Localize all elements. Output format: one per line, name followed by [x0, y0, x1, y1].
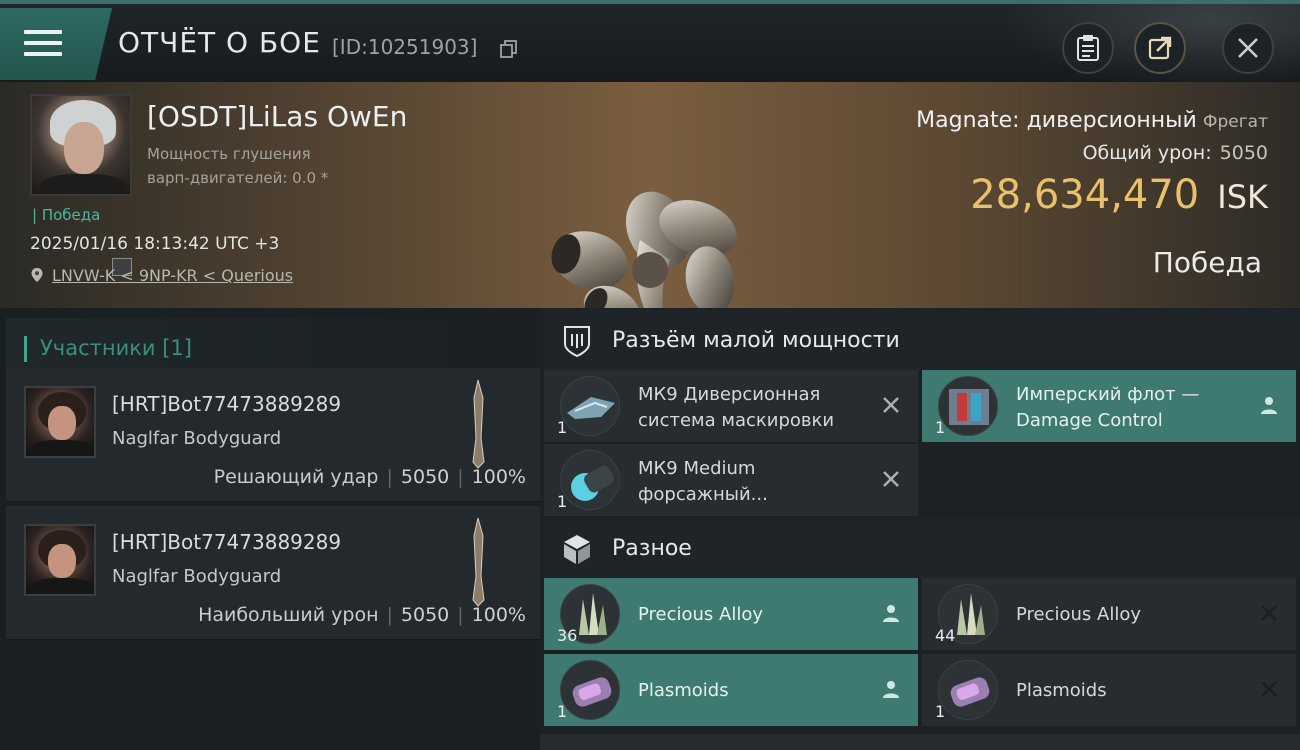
cargo-item[interactable]: 36 Precious Alloy: [544, 578, 918, 650]
close-button[interactable]: [1222, 22, 1274, 74]
clipboard-icon: [1077, 35, 1099, 61]
participants-header[interactable]: Участники [1]: [6, 318, 540, 374]
destroyed-icon: [883, 397, 899, 413]
participant-row[interactable]: [HRT]Bot77473889289 Naglfar Bodyguard Ре…: [6, 368, 540, 502]
ship-name: Magnate: диверсионный: [916, 108, 1197, 133]
dropped-person-icon: [1261, 397, 1277, 414]
isk-amount: 28,634,470: [970, 172, 1200, 218]
isk-unit: ISK: [1217, 178, 1268, 216]
module-item[interactable]: 1 МК9 Диверсионная система маскировки: [544, 370, 918, 442]
module-thumbnail: [560, 450, 620, 510]
total-damage-value: 5050: [1219, 142, 1268, 164]
location-text: LNVW-K < 9NP-KR < Querious: [52, 266, 294, 285]
warp-disruption-info: Мощность глушения варп-двигателей: 0.0 *: [147, 142, 328, 190]
total-damage: Общий урон: 5050: [1083, 142, 1268, 164]
cargo-item[interactable]: 1 Plasmoids: [922, 654, 1296, 726]
stat-label: Решающий удар: [213, 466, 379, 488]
copy-icon[interactable]: [500, 40, 518, 58]
weapon-icon: [472, 379, 485, 469]
item-quantity: 44: [935, 626, 956, 645]
item-name: Plasmoids: [1016, 680, 1107, 701]
cargo-thumbnail: [938, 660, 998, 720]
warp-line-1: Мощность глушения: [147, 145, 311, 163]
cube-icon: [564, 535, 590, 564]
participants-panel: Участники [1] [HRT]Bot77473889289 Naglfa…: [0, 308, 540, 750]
location-pin-icon: [31, 268, 43, 282]
participant-ship: Naglfar Bodyguard: [112, 428, 282, 449]
misc-title: Разное: [612, 536, 692, 561]
cargo-thumbnail: [560, 660, 620, 720]
close-icon: [1238, 38, 1258, 58]
participant-ship: Naglfar Bodyguard: [112, 566, 282, 587]
stat-damage: 5050: [400, 604, 450, 626]
participant-stats: Наибольший урон | 5050 | 100%: [198, 604, 526, 626]
item-name: Precious Alloy: [638, 604, 764, 625]
item-quantity: 36: [557, 626, 578, 645]
pilot-name[interactable]: [OSDT]LiLas OwEn: [147, 100, 407, 133]
item-name: Имперский флот — Damage Control: [1016, 384, 1200, 431]
low-slot-header: Разъём малой мощности: [544, 310, 1300, 370]
cargo-item[interactable]: 44 Precious Alloy: [922, 578, 1296, 650]
item-quantity: 1: [557, 492, 568, 511]
stat-percent: 100%: [471, 604, 526, 626]
cargo-item[interactable]: 1 Plasmoids: [544, 654, 918, 726]
total-damage-label: Общий урон:: [1082, 142, 1212, 164]
low-slot-title: Разъём малой мощности: [612, 328, 900, 353]
item-quantity: 1: [935, 702, 946, 721]
destroyed-icon: [1261, 681, 1277, 697]
modules-panel: Разъём малой мощности 1 МК9 Диверсионная…: [540, 308, 1300, 750]
dropped-person-icon: [883, 681, 899, 698]
destroyed-icon: [1261, 605, 1277, 621]
top-bar: ОТЧЁТ О БОЕ [ID:10251903]: [0, 0, 1300, 86]
participant-name: [HRT]Bot77473889289: [112, 530, 342, 554]
ship-class: Фрегат: [1202, 112, 1268, 132]
item-name: Plasmoids: [638, 680, 729, 701]
low-slot-icon: [564, 326, 590, 358]
item-name: Precious Alloy: [1016, 604, 1142, 625]
location-link[interactable]: LNVW-K < 9NP-KR < Querious: [30, 266, 293, 285]
share-icon: [1148, 36, 1172, 60]
pilot-avatar[interactable]: [30, 94, 132, 196]
share-button[interactable]: [1134, 22, 1186, 74]
item-name: МК9 Диверсионная система маскировки: [638, 384, 835, 431]
item-quantity: 1: [557, 702, 568, 721]
hamburger-icon: [24, 30, 62, 58]
ship-type[interactable]: Magnate: диверсионный Фрегат: [916, 108, 1268, 133]
stat-damage: 5050: [400, 466, 450, 488]
report-id: [ID:10251903]: [332, 35, 478, 59]
item-quantity: 1: [557, 418, 568, 437]
participants-title: Участники [1]: [40, 336, 192, 360]
battle-datetime: 2025/01/16 18:13:42 UTC +3: [30, 234, 280, 254]
destroyed-icon: [883, 471, 899, 487]
misc-header: Разное: [544, 518, 1300, 578]
module-item[interactable]: 1 Имперский флот — Damage Control: [922, 370, 1296, 442]
header-accent: [24, 336, 27, 362]
module-thumbnail: [560, 376, 620, 436]
isk-value: 28,634,470 ISK: [970, 172, 1268, 218]
participant-name: [HRT]Bot77473889289: [112, 392, 342, 416]
weapon-icon: [472, 517, 485, 607]
item-quantity: 1: [935, 418, 946, 437]
module-thumbnail: [938, 376, 998, 436]
module-item[interactable]: 1 МК9 Medium форсажный...: [544, 444, 918, 516]
participant-stats: Решающий удар | 5050 | 100%: [213, 466, 526, 488]
clipboard-button[interactable]: [1062, 22, 1114, 74]
stat-label: Наибольший урон: [198, 604, 379, 626]
status-badge: | Победа: [32, 206, 101, 224]
list-continuation: [540, 734, 1300, 750]
page-title: ОТЧЁТ О БОЕ: [118, 26, 321, 59]
item-name: МК9 Medium форсажный...: [638, 458, 768, 505]
warp-line-2: варп-двигателей: 0.0 *: [147, 169, 329, 187]
participant-avatar[interactable]: [24, 524, 96, 596]
menu-button[interactable]: [0, 8, 112, 80]
stat-percent: 100%: [471, 466, 526, 488]
participant-avatar[interactable]: [24, 386, 96, 458]
battle-summary-banner: [OSDT]LiLas OwEn Мощность глушения варп-…: [0, 82, 1300, 360]
dropped-person-icon: [883, 605, 899, 622]
participant-row[interactable]: [HRT]Bot77473889289 Naglfar Bodyguard На…: [6, 506, 540, 640]
battle-result: Победа: [1152, 246, 1262, 279]
